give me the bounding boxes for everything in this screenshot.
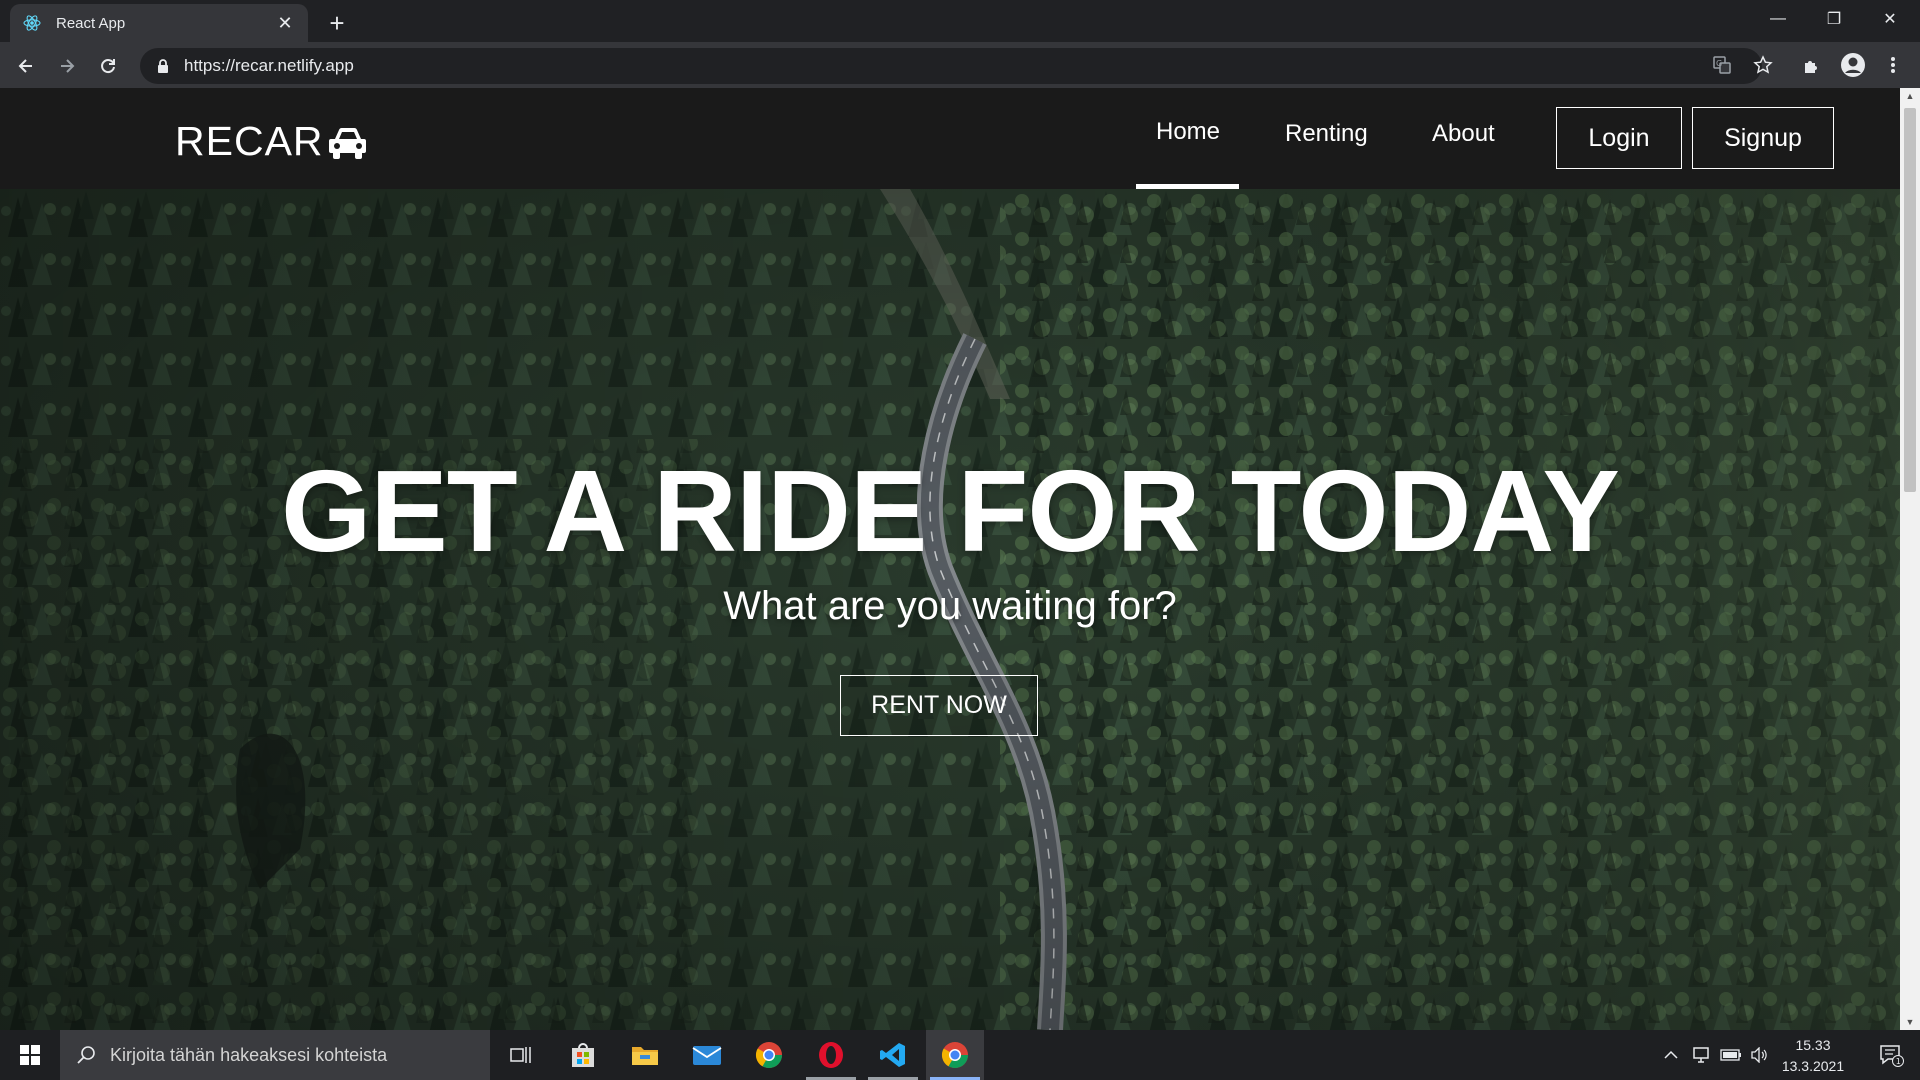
taskbar-clock[interactable]: 15.33 13.3.2021: [1768, 1035, 1858, 1077]
microsoft-store-icon[interactable]: [554, 1030, 612, 1080]
chrome-icon[interactable]: [740, 1030, 798, 1080]
lock-icon[interactable]: [154, 57, 172, 75]
login-button[interactable]: Login: [1556, 107, 1682, 169]
hero-section: GET A RIDE FOR TODAY What are you waitin…: [0, 189, 1900, 1030]
opera-icon[interactable]: [802, 1030, 860, 1080]
battery-icon[interactable]: [1718, 1030, 1744, 1080]
car-icon: [328, 127, 366, 159]
windows-logo-icon: [20, 1045, 40, 1065]
signup-button[interactable]: Signup: [1692, 107, 1834, 169]
page-scrollbar[interactable]: ▲ ▼: [1900, 88, 1920, 1030]
react-favicon-icon: [23, 15, 41, 31]
site-logo[interactable]: RECAR: [175, 118, 370, 165]
close-window-button[interactable]: ✕: [1862, 0, 1918, 38]
reload-button[interactable]: [92, 50, 124, 82]
taskbar-search-box[interactable]: Kirjoita tähän hakeaksesi kohteista: [60, 1030, 490, 1080]
svg-text:G: G: [1716, 59, 1722, 68]
tab-title: React App: [56, 14, 126, 32]
hero-title: GET A RIDE FOR TODAY: [281, 446, 1620, 576]
tray-chevron-up-icon[interactable]: [1658, 1030, 1684, 1080]
scroll-up-arrow-icon[interactable]: ▲: [1900, 88, 1920, 104]
browser-tab-strip: React App ✕ + — ❐ ✕: [0, 0, 1920, 42]
nav-renting-link[interactable]: Renting: [1285, 120, 1368, 148]
clock-time: 15.33: [1795, 1037, 1831, 1053]
windows-start-button[interactable]: [0, 1030, 60, 1080]
volume-icon[interactable]: [1748, 1030, 1770, 1080]
vscode-icon[interactable]: [864, 1030, 922, 1080]
action-center-icon[interactable]: 1: [1866, 1030, 1916, 1080]
restore-button[interactable]: ❐: [1806, 0, 1862, 38]
scroll-down-arrow-icon[interactable]: ▼: [1900, 1014, 1920, 1030]
arrow-right-icon: [61, 59, 75, 73]
site-navbar: RECAR Home Renting About Login Signup: [0, 88, 1900, 189]
new-tab-button[interactable]: +: [322, 8, 352, 38]
scrollbar-thumb[interactable]: [1904, 108, 1916, 492]
bookmark-star-icon[interactable]: [1748, 50, 1778, 80]
nav-about-link[interactable]: About: [1432, 120, 1495, 148]
search-icon: [77, 1046, 95, 1064]
nav-home-link[interactable]: Home: [1156, 118, 1220, 146]
tab-close-icon[interactable]: ✕: [274, 12, 296, 34]
url-text[interactable]: https://recar.netlify.app: [184, 56, 354, 76]
notification-count-badge: 1: [1896, 1057, 1901, 1066]
reload-icon: [101, 59, 115, 74]
extensions-puzzle-icon[interactable]: [1797, 50, 1827, 80]
profile-avatar-icon[interactable]: [1838, 50, 1868, 80]
browser-tab[interactable]: React App ✕: [10, 4, 308, 42]
task-view-icon[interactable]: [492, 1030, 550, 1080]
logo-text: RECAR: [175, 118, 324, 164]
back-button[interactable]: [10, 50, 42, 82]
mail-icon[interactable]: [678, 1030, 736, 1080]
hero-subtitle: What are you waiting for?: [723, 584, 1177, 628]
translate-icon[interactable]: G: [1707, 50, 1737, 80]
forward-button[interactable]: [51, 50, 83, 82]
rent-now-button[interactable]: RENT NOW: [840, 675, 1038, 736]
page-viewport: RECAR Home Renting About Login Signup GE…: [0, 88, 1900, 1030]
windows-taskbar: Kirjoita tähän hakeaksesi kohteista 15.3…: [0, 1030, 1920, 1080]
network-icon[interactable]: [1688, 1030, 1714, 1080]
chrome-active-window-icon[interactable]: [926, 1030, 984, 1080]
arrow-left-icon: [18, 59, 32, 73]
taskbar-search-placeholder: Kirjoita tähän hakeaksesi kohteista: [110, 1044, 388, 1065]
file-explorer-icon[interactable]: [616, 1030, 674, 1080]
clock-date: 13.3.2021: [1781, 1058, 1845, 1074]
browser-menu-icon[interactable]: [1878, 50, 1908, 80]
address-bar[interactable]: https://recar.netlify.app: [140, 48, 1762, 84]
browser-toolbar: https://recar.netlify.app G: [0, 42, 1920, 88]
minimize-button[interactable]: —: [1750, 0, 1806, 38]
